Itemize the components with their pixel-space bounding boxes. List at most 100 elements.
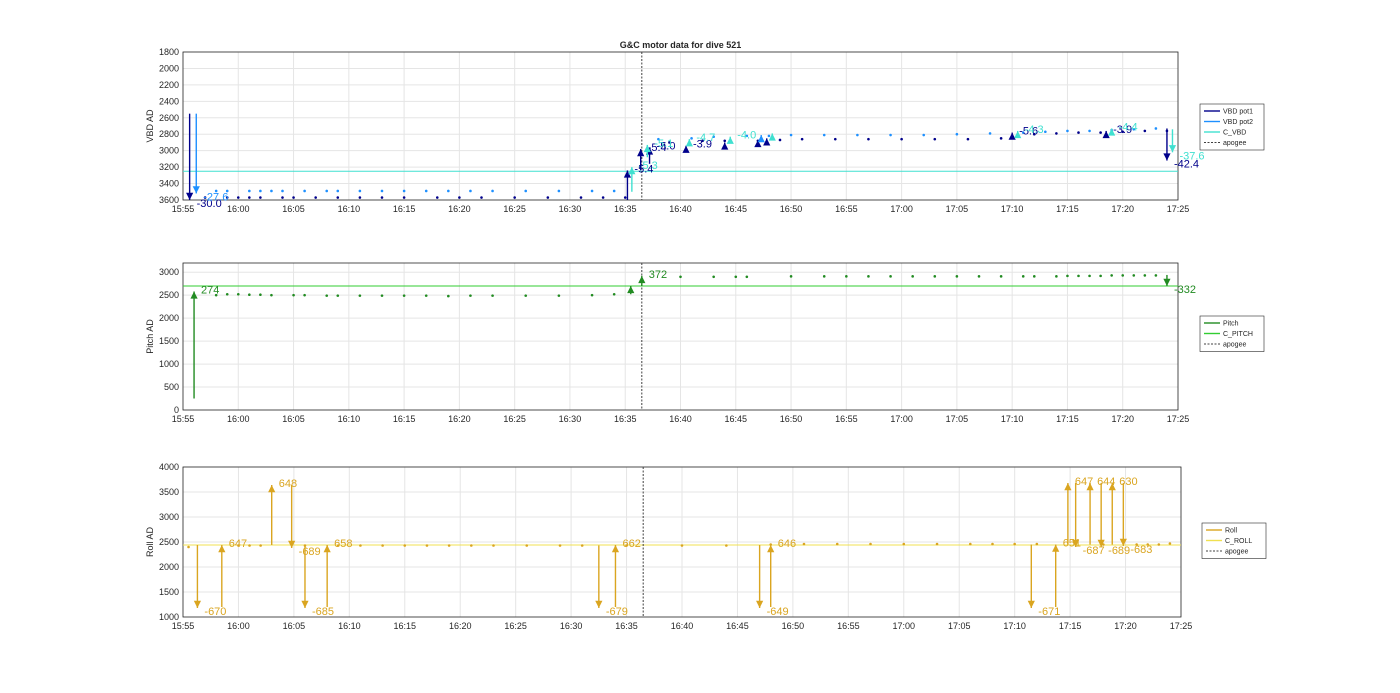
data-point-pitch (734, 275, 738, 279)
data-point-roll (187, 545, 190, 549)
annotation-label: -332 (1174, 284, 1196, 296)
x-tick-label: 16:10 (338, 414, 361, 424)
data-point-pitch (303, 293, 306, 297)
legend-label: C_ROLL (1225, 538, 1252, 545)
data-point-roll (381, 544, 384, 547)
data-point-roll (935, 542, 939, 546)
data-point-vbd-pot2 (988, 132, 992, 135)
data-point-pitch (745, 275, 749, 279)
data-point-vbd-pot1 (458, 196, 461, 199)
data-point-roll (1035, 542, 1039, 546)
x-tick-label: 16:00 (227, 204, 250, 214)
data-point-vbd-pot2 (612, 189, 616, 193)
x-tick-label: 17:00 (893, 621, 916, 631)
x-tick-label: 16:10 (338, 204, 361, 214)
y-axis-label: VBD AD (145, 109, 155, 143)
annotation-label: 646 (778, 538, 796, 550)
x-tick-label: 16:50 (780, 204, 803, 214)
x-tick-label: 17:10 (1001, 414, 1024, 424)
data-point-pitch (1066, 274, 1069, 278)
x-tick-label: 17:10 (1003, 621, 1026, 631)
x-tick-label: 16:40 (671, 621, 694, 631)
x-tick-label: 16:10 (338, 621, 361, 631)
data-point-pitch (292, 293, 295, 297)
annotation-label: -4.4 (1119, 121, 1138, 133)
data-point-vbd-pot2 (789, 133, 793, 137)
x-tick-label: 17:20 (1111, 204, 1134, 214)
data-point-vbd-pot1 (900, 137, 903, 141)
x-tick-label: 16:30 (559, 204, 582, 214)
x-tick-label: 16:30 (559, 414, 582, 424)
data-point-pitch (977, 275, 981, 278)
x-tick-label: 16:45 (725, 414, 748, 424)
data-point-roll (403, 544, 407, 547)
data-point-pitch (524, 294, 528, 297)
x-tick-label: 16:40 (669, 204, 692, 214)
data-point-roll (248, 544, 251, 547)
data-point-vbd-pot1 (513, 196, 516, 199)
x-tick-label: 17:00 (890, 204, 913, 214)
x-tick-label: 17:15 (1059, 621, 1082, 631)
figure: 15:55 16:00 16:05 16:10 16:15 16:20 16:25 16:30… (0, 0, 1400, 693)
annotation-label: -685 (312, 606, 334, 618)
annotation-label: 372 (649, 269, 667, 281)
data-point-pitch (469, 294, 472, 297)
data-point-pitch (236, 292, 240, 296)
y-tick-label: 1800 (159, 47, 179, 57)
data-point-pitch (822, 275, 826, 278)
data-point-pitch (933, 275, 937, 278)
legend-label: apogee (1225, 549, 1248, 556)
annotation-label: -4.7 (696, 132, 715, 144)
y-tick-label: 3200 (159, 162, 179, 172)
data-point-roll (725, 544, 728, 547)
annotation-label: -689 (1108, 545, 1130, 557)
data-point-roll (802, 542, 806, 546)
data-point-vbd-pot1 (336, 196, 340, 199)
annotation-label: -4.0 (737, 130, 756, 142)
x-tick-label: 17:05 (948, 621, 971, 631)
chart-panel-3: 15:55 16:00 16:05 16:10 16:15 16:20 16:25 16:30… (145, 462, 1267, 631)
x-tick-label: 16:40 (669, 414, 692, 424)
x-tick-label: 17:20 (1111, 414, 1134, 424)
data-point-vbd-pot1 (579, 196, 583, 199)
x-tick-label: 16:25 (503, 414, 526, 424)
data-point-vbd-pot1 (966, 137, 970, 141)
data-point-roll (447, 544, 451, 547)
annotation-label: -37.6 (1179, 150, 1204, 162)
data-point-vbd-pot2 (1044, 130, 1047, 134)
data-point-vbd-pot2 (259, 189, 262, 193)
data-point-pitch (1099, 274, 1102, 278)
x-tick-label: 16:35 (614, 414, 637, 424)
data-point-pitch (1110, 274, 1113, 277)
data-point-vbd-pot1 (833, 137, 837, 141)
data-point-roll (1168, 542, 1172, 545)
data-point-vbd-pot2 (1088, 129, 1091, 133)
x-tick-label: 15:55 (172, 414, 195, 424)
data-point-pitch (1032, 275, 1036, 278)
data-point-vbd-pot1 (1055, 132, 1058, 135)
y-tick-label: 3600 (159, 195, 179, 205)
data-point-roll (492, 544, 495, 547)
y-tick-label: 4000 (159, 462, 179, 472)
data-point-vbd-pot1 (778, 138, 782, 142)
y-tick-label: 3000 (159, 512, 179, 522)
legend-label: Pitch (1223, 321, 1239, 328)
data-point-roll (558, 544, 562, 547)
data-point-vbd-pot2 (491, 189, 494, 193)
data-point-vbd-pot2 (524, 189, 528, 193)
x-tick-label: 17:05 (946, 204, 969, 214)
data-point-roll (359, 544, 362, 547)
y-tick-label: 2500 (159, 537, 179, 547)
data-point-vbd-pot1 (380, 196, 384, 199)
data-point-roll (470, 544, 473, 547)
legend-label: apogee (1223, 140, 1246, 147)
x-tick-label: 16:20 (449, 621, 472, 631)
annotation-label: 658 (334, 538, 352, 550)
x-tick-label: 16:20 (448, 414, 471, 424)
data-point-vbd-pot1 (281, 196, 284, 199)
annotation-label: 662 (622, 538, 640, 550)
annotation-label: -4.3 (1025, 124, 1044, 136)
data-point-vbd-pot2 (469, 189, 472, 193)
data-point-pitch (590, 293, 594, 297)
x-tick-label: 17:20 (1114, 621, 1137, 631)
